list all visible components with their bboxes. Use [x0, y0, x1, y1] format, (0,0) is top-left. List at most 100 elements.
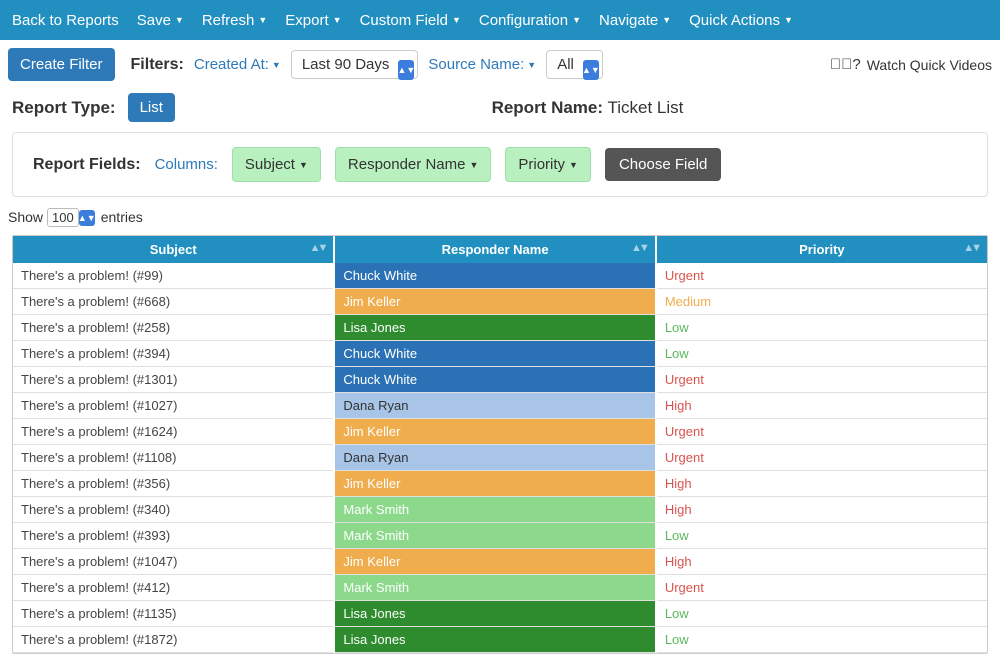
table-row[interactable]: There's a problem! (#1301)Chuck WhiteUrg…: [13, 367, 987, 393]
col-header-priority[interactable]: Priority▲▼: [656, 236, 987, 263]
cell-subject: There's a problem! (#1872): [13, 627, 334, 653]
table-row[interactable]: There's a problem! (#1135)Lisa JonesLow: [13, 601, 987, 627]
table-row[interactable]: There's a problem! (#1047)Jim KellerHigh: [13, 549, 987, 575]
column-subject-label: Subject: [245, 156, 295, 173]
table-row[interactable]: There's a problem! (#393)Mark SmithLow: [13, 523, 987, 549]
select-arrow-icon: ▲▼: [79, 210, 95, 226]
table-row[interactable]: There's a problem! (#340)Mark SmithHigh: [13, 497, 987, 523]
nav-configuration[interactable]: Configuration▼: [479, 12, 581, 29]
page-size-value: 100: [47, 208, 79, 227]
table-row[interactable]: There's a problem! (#668)Jim KellerMediu…: [13, 289, 987, 315]
cell-subject: There's a problem! (#1135): [13, 601, 334, 627]
columns-link[interactable]: Columns:: [155, 156, 218, 173]
cell-subject: There's a problem! (#1047): [13, 549, 334, 575]
cell-priority: Low: [656, 341, 987, 367]
nav-export[interactable]: Export▼: [285, 12, 341, 29]
report-name-value: Ticket List: [607, 98, 683, 117]
nav-configuration-label: Configuration: [479, 12, 568, 29]
col-header-priority-label: Priority: [799, 242, 845, 257]
cell-priority: Urgent: [656, 575, 987, 601]
caret-down-icon: ▼: [662, 15, 671, 25]
nav-navigate[interactable]: Navigate ▼: [599, 12, 671, 29]
nav-export-label: Export: [285, 12, 328, 29]
table-row[interactable]: There's a problem! (#356)Jim KellerHigh: [13, 471, 987, 497]
top-nav: Back to Reports Save▼ Refresh▼ Export▼ C…: [0, 0, 1000, 40]
report-header-row: Report Type: List Report Name: Ticket Li…: [0, 89, 1000, 132]
table-row[interactable]: There's a problem! (#1624)Jim KellerUrge…: [13, 419, 987, 445]
report-name-label: Report Name:: [492, 98, 603, 117]
table-row[interactable]: There's a problem! (#412)Mark SmithUrgen…: [13, 575, 987, 601]
cell-priority: Medium: [656, 289, 987, 315]
table-row[interactable]: There's a problem! (#1108)Dana RyanUrgen…: [13, 445, 987, 471]
entries-selector-row: Show 100 ▲▼ entries: [8, 203, 1000, 231]
cell-subject: There's a problem! (#1624): [13, 419, 334, 445]
caret-down-icon: ▼: [527, 60, 536, 70]
cell-subject: There's a problem! (#1301): [13, 367, 334, 393]
watch-videos-label: Watch Quick Videos: [867, 57, 992, 73]
column-responder-label: Responder Name: [348, 156, 466, 173]
caret-down-icon: ▼: [452, 15, 461, 25]
report-fields-box: Report Fields: Columns: Subject▼ Respond…: [12, 132, 988, 197]
created-at-dropdown[interactable]: Created At:▼: [194, 56, 281, 73]
report-type-label: Report Type:: [12, 98, 116, 118]
cell-priority: Urgent: [656, 419, 987, 445]
cell-responder: Lisa Jones: [334, 601, 655, 627]
nav-quick-actions-label: Quick Actions: [689, 12, 780, 29]
source-name-dropdown[interactable]: Source Name:▼: [428, 56, 536, 73]
nav-custom-field-label: Custom Field: [360, 12, 448, 29]
nav-back[interactable]: Back to Reports: [12, 12, 119, 29]
entries-label: entries: [101, 209, 143, 225]
watch-videos-link[interactable]: ━⃝? Watch Quick Videos: [830, 56, 992, 73]
column-subject-button[interactable]: Subject▼: [232, 147, 321, 182]
caret-down-icon: ▼: [175, 15, 184, 25]
nav-quick-actions[interactable]: Quick Actions ▼: [689, 12, 793, 29]
nav-navigate-label: Navigate: [599, 12, 658, 29]
created-at-value: Last 90 Days: [291, 50, 419, 79]
cell-responder: Lisa Jones: [334, 627, 655, 653]
column-priority-button[interactable]: Priority▼: [505, 147, 591, 182]
caret-down-icon: ▼: [784, 15, 793, 25]
cell-responder: Dana Ryan: [334, 393, 655, 419]
sort-icon: ▲▼: [310, 242, 326, 254]
sort-icon: ▲▼: [631, 242, 647, 254]
page-size-select[interactable]: 100 ▲▼: [47, 209, 79, 225]
cell-responder: Jim Keller: [334, 549, 655, 575]
report-type-button[interactable]: List: [128, 93, 175, 122]
table-row[interactable]: There's a problem! (#394)Chuck WhiteLow: [13, 341, 987, 367]
col-header-responder[interactable]: Responder Name▲▼: [334, 236, 655, 263]
cell-responder: Lisa Jones: [334, 315, 655, 341]
report-fields-label: Report Fields:: [33, 156, 141, 174]
table-row[interactable]: There's a problem! (#99)Chuck WhiteUrgen…: [13, 263, 987, 289]
cell-priority: Low: [656, 601, 987, 627]
cell-responder: Jim Keller: [334, 471, 655, 497]
column-responder-button[interactable]: Responder Name▼: [335, 147, 491, 182]
nav-save[interactable]: Save▼: [137, 12, 184, 29]
source-name-value-select[interactable]: All ▲▼: [546, 56, 603, 73]
created-at-value-select[interactable]: Last 90 Days ▲▼: [291, 56, 419, 73]
cell-priority: High: [656, 393, 987, 419]
table-row[interactable]: There's a problem! (#258)Lisa JonesLow: [13, 315, 987, 341]
data-table-wrap: Subject▲▼ Responder Name▲▼ Priority▲▼ Th…: [12, 235, 988, 654]
cell-responder: Mark Smith: [334, 497, 655, 523]
create-filter-button[interactable]: Create Filter: [8, 48, 115, 81]
cell-priority: High: [656, 497, 987, 523]
table-row[interactable]: There's a problem! (#1027)Dana RyanHigh: [13, 393, 987, 419]
choose-field-button[interactable]: Choose Field: [605, 148, 721, 181]
cell-priority: High: [656, 471, 987, 497]
cell-subject: There's a problem! (#340): [13, 497, 334, 523]
cell-responder: Chuck White: [334, 263, 655, 289]
nav-refresh-label: Refresh: [202, 12, 255, 29]
cell-priority: Low: [656, 627, 987, 653]
filter-bar: Create Filter Filters: Created At:▼ Last…: [0, 40, 1000, 89]
cell-priority: Low: [656, 523, 987, 549]
nav-refresh[interactable]: Refresh▼: [202, 12, 267, 29]
col-header-subject[interactable]: Subject▲▼: [13, 236, 334, 263]
nav-custom-field[interactable]: Custom Field ▼: [360, 12, 461, 29]
cell-responder: Chuck White: [334, 341, 655, 367]
cell-subject: There's a problem! (#412): [13, 575, 334, 601]
caret-down-icon: ▼: [569, 160, 578, 170]
cell-subject: There's a problem! (#1108): [13, 445, 334, 471]
cell-responder: Chuck White: [334, 367, 655, 393]
filters-label: Filters:: [131, 56, 184, 74]
table-row[interactable]: There's a problem! (#1872)Lisa JonesLow: [13, 627, 987, 653]
